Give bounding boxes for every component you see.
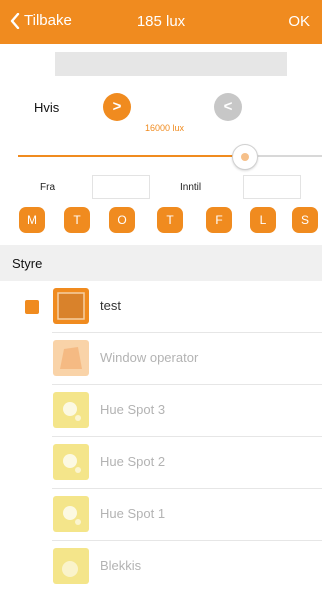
less-than-button[interactable]: < bbox=[214, 93, 242, 121]
from-label: Fra bbox=[40, 182, 55, 193]
lightbulb-icon bbox=[53, 392, 89, 428]
device-name: Blekkis bbox=[100, 558, 142, 573]
device-row-hue-spot-1[interactable]: Hue Spot 1 bbox=[52, 489, 322, 541]
navigation-bar: Tilbake 185 lux OK bbox=[0, 0, 322, 44]
until-time-field[interactable] bbox=[243, 175, 301, 199]
device-name: Window operator bbox=[100, 350, 199, 365]
control-section-header: Styre bbox=[0, 245, 322, 281]
window-device-icon bbox=[53, 288, 89, 324]
lightbulb-icon bbox=[53, 548, 89, 584]
device-row-window-operator[interactable]: Window operator bbox=[52, 333, 322, 385]
day-toggle-wednesday[interactable]: O bbox=[109, 207, 135, 233]
device-name: Hue Spot 1 bbox=[100, 506, 166, 521]
until-label: Inntil bbox=[180, 182, 202, 193]
device-name: Hue Spot 2 bbox=[100, 454, 166, 469]
if-label: Hvis bbox=[34, 100, 60, 115]
selected-checkbox-icon[interactable] bbox=[25, 300, 39, 314]
lightbulb-icon bbox=[53, 496, 89, 532]
day-toggle-tuesday[interactable]: T bbox=[64, 207, 90, 233]
greater-than-button[interactable]: > bbox=[103, 93, 131, 121]
lightbulb-icon bbox=[53, 444, 89, 480]
device-row-hue-spot-2[interactable]: Hue Spot 2 bbox=[52, 437, 322, 489]
threshold-value: 16000 lux bbox=[145, 123, 185, 133]
slider-track-filled bbox=[18, 155, 244, 157]
section-title: Styre bbox=[12, 256, 43, 271]
from-time-field[interactable] bbox=[92, 175, 150, 199]
device-row-blekkis[interactable]: Blekkis bbox=[52, 541, 322, 592]
day-toggle-saturday[interactable]: L bbox=[250, 207, 276, 233]
device-row-test[interactable]: test bbox=[52, 281, 322, 333]
day-toggle-thursday[interactable]: T bbox=[157, 207, 183, 233]
slider-thumb-dot bbox=[241, 153, 249, 161]
device-row-hue-spot-3[interactable]: Hue Spot 3 bbox=[52, 385, 322, 437]
lux-slider-thumb[interactable] bbox=[232, 144, 258, 170]
ok-button[interactable]: OK bbox=[288, 13, 310, 30]
day-toggle-monday[interactable]: M bbox=[19, 207, 45, 233]
device-name: test bbox=[100, 298, 121, 313]
rule-name-field[interactable] bbox=[55, 52, 287, 76]
day-toggle-sunday[interactable]: S bbox=[292, 207, 318, 233]
device-name: Hue Spot 3 bbox=[100, 402, 166, 417]
page-title: 185 lux bbox=[136, 13, 186, 30]
window-operator-icon bbox=[53, 340, 89, 376]
day-toggle-friday[interactable]: F bbox=[206, 207, 232, 233]
